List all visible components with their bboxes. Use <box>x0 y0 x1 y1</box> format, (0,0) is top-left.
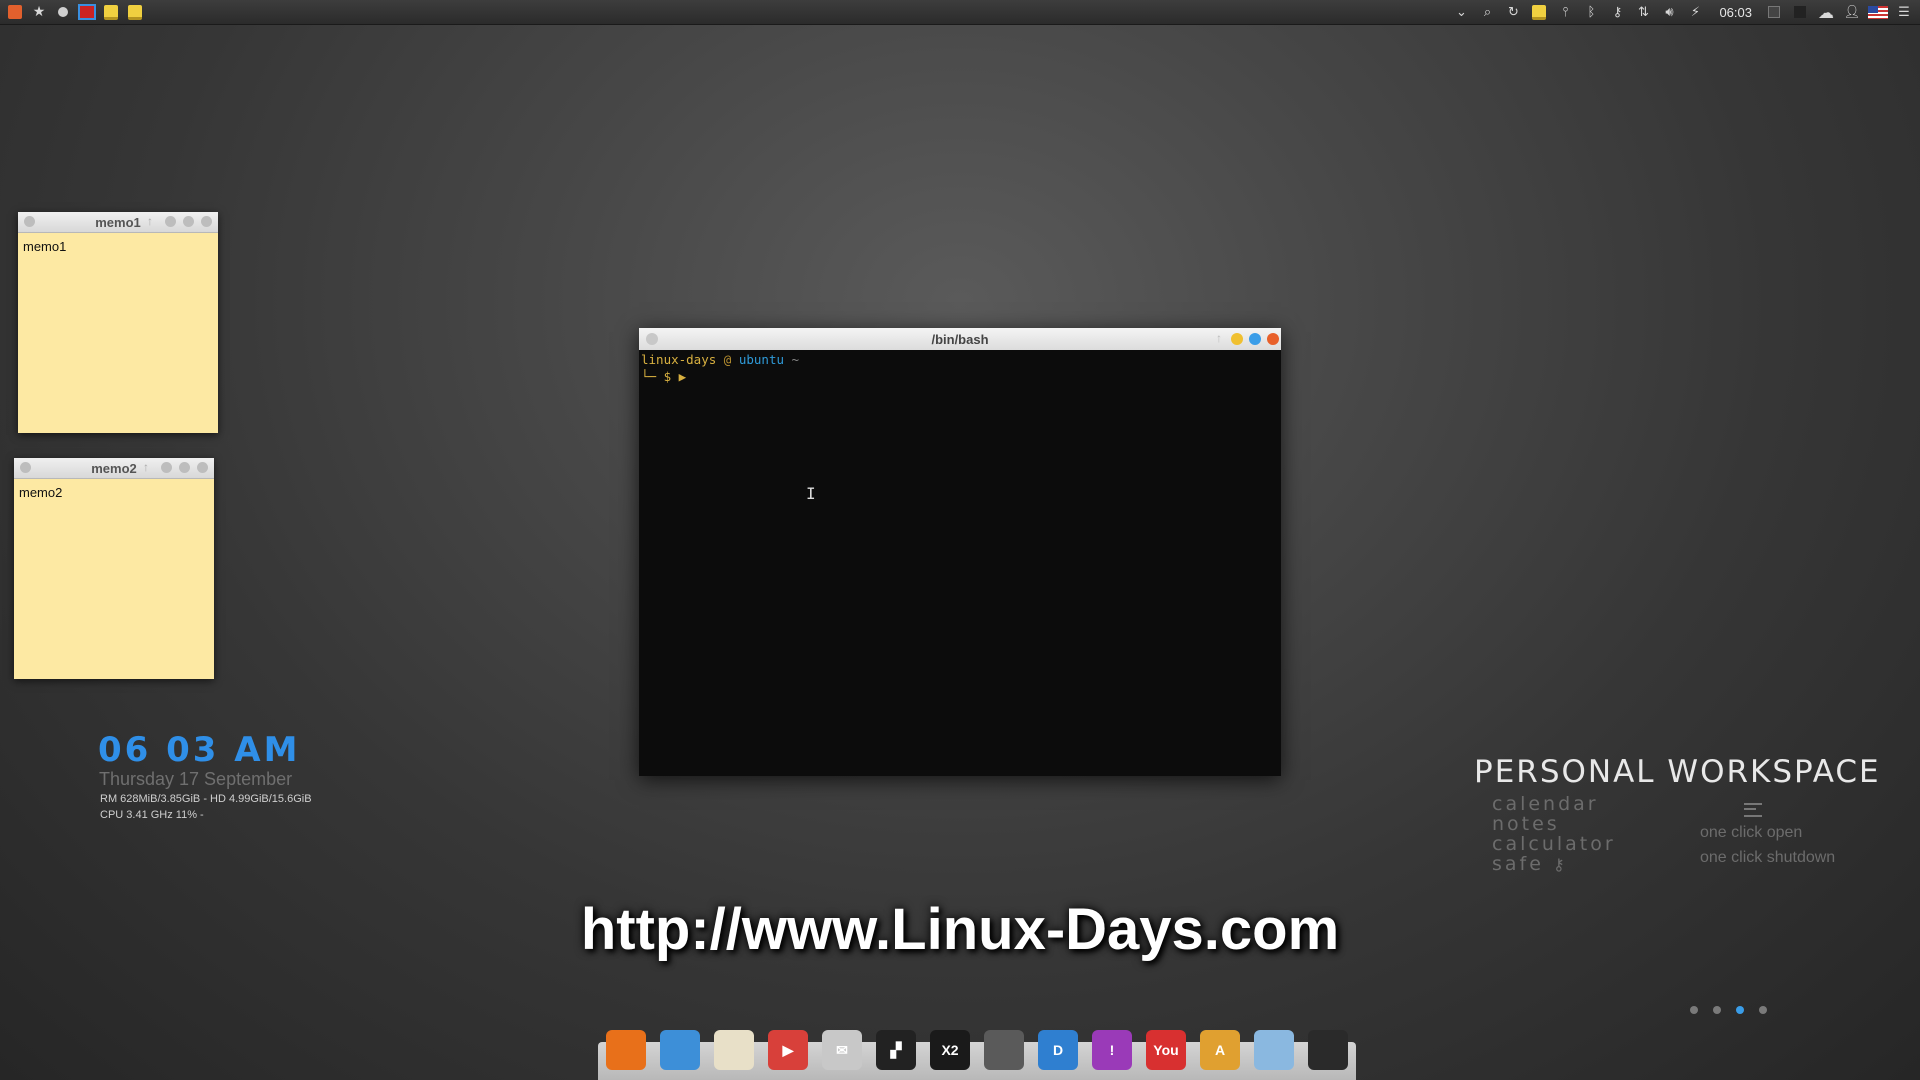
pager-dot[interactable] <box>1690 1006 1698 1014</box>
terminal-content[interactable]: linux-days @ ubuntu ~ └─ $ ▶ <box>639 350 1281 386</box>
history-icon[interactable]: ↻ <box>1503 3 1523 21</box>
pager-dot[interactable] <box>1736 1006 1744 1014</box>
memo-button-icon[interactable] <box>179 462 190 473</box>
software-center-icon[interactable]: A <box>1200 1030 1240 1070</box>
memo-close-icon[interactable] <box>20 462 31 473</box>
firefox-icon[interactable] <box>606 1030 646 1070</box>
memo-button-icon[interactable] <box>201 216 212 227</box>
workspace-item-calendar[interactable]: calendar <box>1492 794 1616 814</box>
mail-icon[interactable]: ✉ <box>822 1030 862 1070</box>
memo-button-icon[interactable] <box>161 462 172 473</box>
menu-icon[interactable] <box>1744 803 1762 817</box>
memo1-title: memo1 <box>95 214 141 230</box>
prompt-line-2: └─ $ ▶ <box>641 368 1279 385</box>
memo1-content[interactable]: memo1 <box>18 233 218 260</box>
star-icon[interactable]: ★ <box>30 3 48 21</box>
memo2-titlebar[interactable]: memo2 ↑ <box>14 458 214 479</box>
prompt-line-1: linux-days @ ubuntu ~ <box>641 351 1279 368</box>
record-icon[interactable] <box>54 3 72 21</box>
memo2-content[interactable]: memo2 <box>14 479 214 506</box>
cloud-icon[interactable]: ☁ <box>1816 3 1836 22</box>
notes-icon[interactable] <box>714 1030 754 1070</box>
workspace-item-safe-row[interactable]: safe ⚷ <box>1492 854 1616 875</box>
one-click-open[interactable]: one click open <box>1700 820 1835 845</box>
workspace-click-options: one click open one click shutdown <box>1700 820 1835 870</box>
pin-icon[interactable]: ↑ <box>147 214 153 228</box>
panel-right: ⌄ ⌕ ↻ ⫯ ᛒ ⚷ ⇅ 🔊︎ ⚡ 06:03 ☁ 👤︎ ☰ <box>1451 0 1920 24</box>
note-icon[interactable] <box>102 3 120 21</box>
conky-memory-disk: RM 628MiB/3.85GiB - HD 4.99GiB/15.6GiB <box>100 793 312 805</box>
memo-button-icon[interactable] <box>183 216 194 227</box>
close-button[interactable] <box>1267 333 1279 345</box>
memo2-title: memo2 <box>91 460 137 476</box>
terminal-window[interactable]: /bin/bash ↑ linux-days @ ubuntu ~ └─ $ ▶ <box>639 328 1281 776</box>
power-icon[interactable]: ⚡ <box>1685 3 1705 21</box>
pin-icon[interactable]: ↑ <box>143 460 149 474</box>
memo-button-icon[interactable] <box>197 462 208 473</box>
conky-time: 06 03 AM <box>98 730 301 770</box>
prompt-dir: ~ <box>791 352 800 367</box>
conky-info: RM 628MiB/3.85GiB - HD 4.99GiB/15.6GiB C… <box>100 791 312 823</box>
chat-icon[interactable]: ! <box>1092 1030 1132 1070</box>
workspace-pager <box>1690 1006 1767 1014</box>
prompt-symbol: └─ $ ▶ <box>641 369 687 384</box>
workspace-list: calendar notes calculator safe ⚷ <box>1492 794 1616 875</box>
bluetooth-icon[interactable]: ᛒ <box>1581 3 1601 21</box>
note-icon[interactable] <box>1529 3 1549 21</box>
volume-icon[interactable]: 🔊︎ <box>1659 3 1679 21</box>
maximize-button[interactable] <box>1249 333 1261 345</box>
pin-icon[interactable]: ↑ <box>1216 331 1222 345</box>
menu-icon[interactable]: ☰ <box>1894 3 1914 21</box>
workspace-title: PERSONAL WORKSPACE <box>1474 754 1881 790</box>
memo-button-icon[interactable] <box>165 216 176 227</box>
memo-close-icon[interactable] <box>24 216 35 227</box>
text-cursor-icon: I <box>806 484 816 503</box>
search-icon[interactable]: ⌕ <box>1477 3 1497 21</box>
minimize-button[interactable] <box>1231 333 1243 345</box>
contacts-icon[interactable] <box>660 1030 700 1070</box>
transfer-icon[interactable]: ⇅ <box>1633 3 1653 21</box>
rocket-icon[interactable] <box>984 1030 1024 1070</box>
youtube-icon[interactable]: You <box>1146 1030 1186 1070</box>
note-icon[interactable] <box>126 3 144 21</box>
workspace-icon[interactable] <box>1790 3 1810 21</box>
chevron-down-icon[interactable]: ⌄ <box>1451 3 1471 21</box>
terminal-titlebar[interactable]: /bin/bash ↑ <box>639 328 1281 350</box>
panel-left: ★ <box>0 0 144 24</box>
memo2-window[interactable]: memo2 ↑ memo2 <box>14 458 214 679</box>
memo1-window[interactable]: memo1 ↑ memo1 <box>18 212 218 433</box>
workspace-item-notes[interactable]: notes <box>1492 814 1616 834</box>
us-flag-icon[interactable] <box>1868 3 1888 21</box>
conky-cpu: CPU 3.41 GHz 11% - <box>100 809 204 821</box>
memo1-titlebar[interactable]: memo1 ↑ <box>18 212 218 233</box>
workspace-item-safe[interactable]: safe <box>1492 853 1544 875</box>
file-manager-icon[interactable] <box>1308 1030 1348 1070</box>
one-click-shutdown[interactable]: one click shutdown <box>1700 845 1835 870</box>
user-icon[interactable]: 👤︎ <box>1842 3 1862 21</box>
key-icon[interactable]: ⚷ <box>1607 3 1627 21</box>
terminal-menu-icon[interactable] <box>646 333 658 345</box>
top-panel: ★ ⌄ ⌕ ↻ ⫯ ᛒ ⚷ ⇅ 🔊︎ ⚡ 06:03 ☁ 👤︎ ☰ <box>0 0 1920 25</box>
layout-icon[interactable]: ▞ <box>876 1030 916 1070</box>
terminal-title: /bin/bash <box>931 331 989 347</box>
network-activity-icon[interactable]: ⫯ <box>1555 3 1575 21</box>
ubuntu-logo-icon[interactable] <box>6 3 24 21</box>
prompt-host: ubuntu <box>738 352 785 367</box>
conky-date: Thursday 17 September <box>99 769 293 789</box>
x2-icon[interactable]: X2 <box>930 1030 970 1070</box>
prompt-at: @ <box>723 352 732 367</box>
document-d-icon[interactable]: D <box>1038 1030 1078 1070</box>
pager-dot[interactable] <box>1759 1006 1767 1014</box>
presentation-icon[interactable]: ▶ <box>768 1030 808 1070</box>
remote-icon[interactable] <box>1254 1030 1294 1070</box>
prompt-user: linux-days <box>641 352 717 367</box>
url-banner: http://www.Linux-Days.com <box>580 897 1340 962</box>
panel-clock[interactable]: 06:03 <box>1719 5 1752 20</box>
workspace-icon[interactable] <box>1764 3 1784 21</box>
terminal-icon[interactable] <box>78 3 96 21</box>
pager-dot[interactable] <box>1713 1006 1721 1014</box>
key-icon: ⚷ <box>1552 855 1568 874</box>
workspace-item-calculator[interactable]: calculator <box>1492 834 1616 854</box>
dock: ▶ ✉ ▞ X2 D! You A <box>606 1030 1348 1070</box>
